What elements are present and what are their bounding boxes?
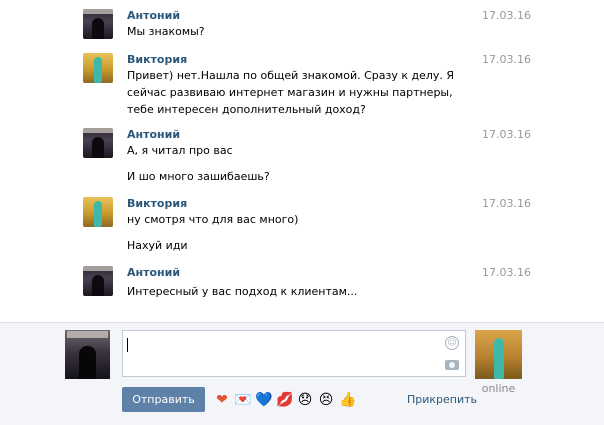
- message-author[interactable]: Антоний: [127, 9, 180, 22]
- message-author[interactable]: Антоний: [127, 128, 180, 141]
- thumbs-up-emoji-icon[interactable]: 👍: [339, 392, 356, 408]
- my-avatar[interactable]: [65, 330, 110, 379]
- heart-emoji-icon[interactable]: ❤: [214, 392, 230, 408]
- message-author[interactable]: Виктория: [127, 53, 187, 66]
- avatar[interactable]: [83, 9, 113, 39]
- message-text: И шо много зашибаешь?: [127, 170, 270, 183]
- avatar[interactable]: [83, 266, 113, 296]
- message-input[interactable]: [122, 330, 466, 377]
- message-date: 17.03.16: [482, 266, 531, 279]
- message-author[interactable]: Виктория: [127, 197, 187, 210]
- camera-icon[interactable]: [445, 360, 459, 370]
- message-text: Интересный у вас подход к клиентам...: [127, 285, 358, 298]
- message-text: Мы знакомы?: [127, 25, 205, 38]
- message-author[interactable]: Антоний: [127, 266, 180, 279]
- blue-heart-emoji-icon[interactable]: 💙: [255, 392, 272, 408]
- message-date: 17.03.16: [482, 9, 531, 22]
- message-text: А, я читал про вас: [127, 144, 233, 157]
- online-status: online: [481, 382, 516, 395]
- disappointed-face-emoji-icon[interactable]: 😞: [297, 392, 313, 408]
- send-button[interactable]: Отправить: [122, 387, 205, 412]
- message-date: 17.03.16: [482, 128, 531, 141]
- message-date: 17.03.16: [482, 53, 531, 66]
- avatar[interactable]: [83, 53, 113, 83]
- message-history: Антоний 17.03.16 Мы знакомы? Виктория 17…: [0, 0, 604, 322]
- avatar[interactable]: [83, 128, 113, 158]
- text-caret: [127, 338, 128, 352]
- avatar[interactable]: [83, 197, 113, 227]
- message-composer: ☺ online Отправить ❤ 💌 💙 💋 😞 😣 👍 Прикреп…: [0, 322, 604, 425]
- message-date: 17.03.16: [482, 197, 531, 210]
- message-text: Привет) нет.Нашла по общей знакомой. Сра…: [127, 69, 455, 116]
- attach-link[interactable]: Прикрепить: [407, 393, 477, 406]
- smile-icon[interactable]: ☺: [445, 336, 459, 350]
- love-letter-emoji-icon[interactable]: 💌: [234, 392, 251, 408]
- persevering-face-emoji-icon[interactable]: 😣: [318, 392, 334, 408]
- lips-emoji-icon[interactable]: 💋: [276, 392, 293, 408]
- message-text: Нахуй иди: [127, 239, 188, 252]
- message-text: ну смотря что для вас много): [127, 213, 299, 226]
- recipient-avatar[interactable]: [475, 330, 522, 379]
